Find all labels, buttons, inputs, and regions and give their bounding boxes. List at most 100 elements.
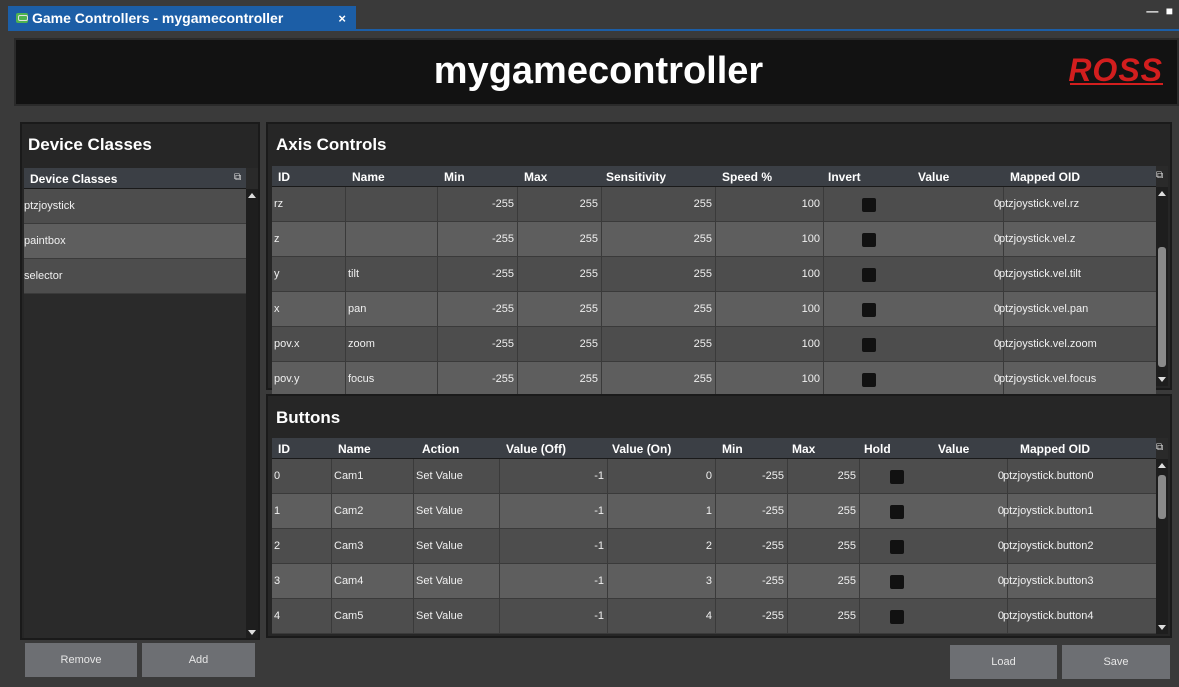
cell-max[interactable]: 255 xyxy=(788,599,860,633)
cell-sensitivity[interactable]: 255 xyxy=(602,187,716,221)
scroll-up-icon[interactable] xyxy=(248,193,256,198)
cell-speed[interactable]: 100 xyxy=(716,187,824,221)
table-row[interactable]: z -255 255 255 100 0 ptzjoystick.vel.z xyxy=(272,222,1156,257)
cell-speed[interactable]: 100 xyxy=(716,362,824,396)
cell-value-on[interactable]: 0 xyxy=(608,459,716,493)
cell-max[interactable]: 255 xyxy=(518,327,602,361)
cell-mapped-oid[interactable]: ptzjoystick.button4 xyxy=(1003,599,1156,633)
cell-value[interactable]: 0 xyxy=(932,529,1008,563)
column-chooser-icon[interactable]: ⧉ xyxy=(234,172,241,183)
cell-name[interactable]: pan xyxy=(346,292,438,326)
cell-min[interactable]: -255 xyxy=(716,599,788,633)
cell-speed[interactable]: 100 xyxy=(716,222,824,256)
column-header[interactable]: Value (On) xyxy=(612,442,671,456)
table-row[interactable]: y tilt -255 255 255 100 0 ptzjoystick.vel.tilt xyxy=(272,257,1156,292)
window-controls[interactable]: — ■ xyxy=(1146,4,1175,18)
column-header[interactable]: Value (Off) xyxy=(506,442,566,456)
cell-name[interactable] xyxy=(346,222,438,256)
close-icon[interactable]: × xyxy=(338,11,346,26)
column-header[interactable]: Mapped OID xyxy=(1020,442,1090,456)
column-header[interactable]: Min xyxy=(444,170,465,184)
cell-action[interactable]: Set Value xyxy=(414,529,500,563)
cell-value-off[interactable]: -1 xyxy=(500,564,608,598)
cell-mapped-oid[interactable]: ptzjoystick.button0 xyxy=(1003,459,1156,493)
cell-action[interactable]: Set Value xyxy=(414,459,500,493)
scroll-down-icon[interactable] xyxy=(248,630,256,635)
cell-speed[interactable]: 100 xyxy=(716,292,824,326)
cell-value[interactable]: 0 xyxy=(932,494,1008,528)
cell-value[interactable]: 0 xyxy=(932,599,1008,633)
column-header[interactable]: Invert xyxy=(828,170,861,184)
cell-action[interactable]: Set Value xyxy=(414,494,500,528)
cell-sensitivity[interactable]: 255 xyxy=(602,292,716,326)
column-header[interactable]: Speed % xyxy=(722,170,772,184)
cell-action[interactable]: Set Value xyxy=(414,564,500,598)
hold-checkbox[interactable] xyxy=(890,470,904,484)
table-row[interactable]: rz -255 255 255 100 0 ptzjoystick.vel.rz xyxy=(272,187,1156,222)
tab-game-controllers[interactable]: Game Controllers - mygamecontroller × xyxy=(8,6,356,30)
cell-min[interactable]: -255 xyxy=(716,494,788,528)
invert-checkbox[interactable] xyxy=(862,233,876,247)
column-header[interactable]: Action xyxy=(422,442,459,456)
column-header[interactable]: Min xyxy=(722,442,743,456)
cell-max[interactable]: 255 xyxy=(788,494,860,528)
table-row[interactable]: 1 Cam2 Set Value -1 1 -255 255 0 ptzjoystick.but… xyxy=(272,494,1156,529)
cell-mapped-oid[interactable]: ptzjoystick.vel.zoom xyxy=(999,327,1156,361)
cell-max[interactable]: 255 xyxy=(518,292,602,326)
table-row[interactable]: x pan -255 255 255 100 0 ptzjoystick.vel.pan xyxy=(272,292,1156,327)
cell-action[interactable]: Set Value xyxy=(414,599,500,633)
cell-min[interactable]: -255 xyxy=(716,529,788,563)
cell-value[interactable]: 0 xyxy=(912,327,1004,361)
cell-value[interactable]: 0 xyxy=(912,362,1004,396)
load-button[interactable]: Load xyxy=(950,645,1057,679)
column-chooser-icon[interactable]: ⧉ xyxy=(1156,170,1163,181)
remove-button[interactable]: Remove xyxy=(25,643,137,677)
cell-value-on[interactable]: 1 xyxy=(608,494,716,528)
cell-min[interactable]: -255 xyxy=(438,327,518,361)
hold-checkbox[interactable] xyxy=(890,505,904,519)
cell-min[interactable]: -255 xyxy=(438,292,518,326)
cell-speed[interactable]: 100 xyxy=(716,257,824,291)
cell-speed[interactable]: 100 xyxy=(716,327,824,361)
cell-max[interactable]: 255 xyxy=(788,564,860,598)
hold-checkbox[interactable] xyxy=(890,540,904,554)
column-chooser-icon[interactable]: ⧉ xyxy=(1156,442,1163,453)
cell-value[interactable]: 0 xyxy=(932,459,1008,493)
invert-checkbox[interactable] xyxy=(862,373,876,387)
table-row[interactable]: pov.x zoom -255 255 255 100 0 ptzjoystick.vel.z… xyxy=(272,327,1156,362)
cell-value-on[interactable]: 3 xyxy=(608,564,716,598)
column-header[interactable]: Sensitivity xyxy=(606,170,666,184)
cell-value-off[interactable]: -1 xyxy=(500,529,608,563)
column-header[interactable]: Name xyxy=(352,170,385,184)
cell-value-off[interactable]: -1 xyxy=(500,494,608,528)
cell-min[interactable]: -255 xyxy=(716,564,788,598)
column-header[interactable]: ID xyxy=(278,442,290,456)
cell-name[interactable]: zoom xyxy=(346,327,438,361)
table-row[interactable]: 0 Cam1 Set Value -1 0 -255 255 0 ptzjoystick.but… xyxy=(272,459,1156,494)
invert-checkbox[interactable] xyxy=(862,303,876,317)
device-classes-scrollbar[interactable] xyxy=(246,189,258,638)
table-row[interactable]: 3 Cam4 Set Value -1 3 -255 255 0 ptzjoystick.but… xyxy=(272,564,1156,599)
add-button[interactable]: Add xyxy=(142,643,255,677)
axis-controls-scrollbar[interactable] xyxy=(1156,187,1168,386)
table-row[interactable]: pov.y focus -255 255 255 100 0 ptzjoystick.vel.… xyxy=(272,362,1156,397)
cell-value[interactable]: 0 xyxy=(912,257,1004,291)
cell-name[interactable]: Cam4 xyxy=(332,564,414,598)
cell-max[interactable]: 255 xyxy=(788,529,860,563)
cell-mapped-oid[interactable]: ptzjoystick.vel.z xyxy=(999,222,1156,256)
cell-max[interactable]: 255 xyxy=(788,459,860,493)
cell-min[interactable]: -255 xyxy=(438,257,518,291)
list-item[interactable]: paintbox xyxy=(24,224,246,259)
cell-value-off[interactable]: -1 xyxy=(500,599,608,633)
cell-name[interactable] xyxy=(346,187,438,221)
table-row[interactable]: 2 Cam3 Set Value -1 2 -255 255 0 ptzjoystick.but… xyxy=(272,529,1156,564)
cell-min[interactable]: -255 xyxy=(716,459,788,493)
cell-max[interactable]: 255 xyxy=(518,187,602,221)
buttons-scrollbar[interactable] xyxy=(1156,459,1168,634)
cell-sensitivity[interactable]: 255 xyxy=(602,222,716,256)
cell-mapped-oid[interactable]: ptzjoystick.vel.rz xyxy=(999,187,1156,221)
scroll-up-icon[interactable] xyxy=(1158,463,1166,468)
cell-mapped-oid[interactable]: ptzjoystick.button3 xyxy=(1003,564,1156,598)
cell-min[interactable]: -255 xyxy=(438,187,518,221)
cell-name[interactable]: Cam1 xyxy=(332,459,414,493)
